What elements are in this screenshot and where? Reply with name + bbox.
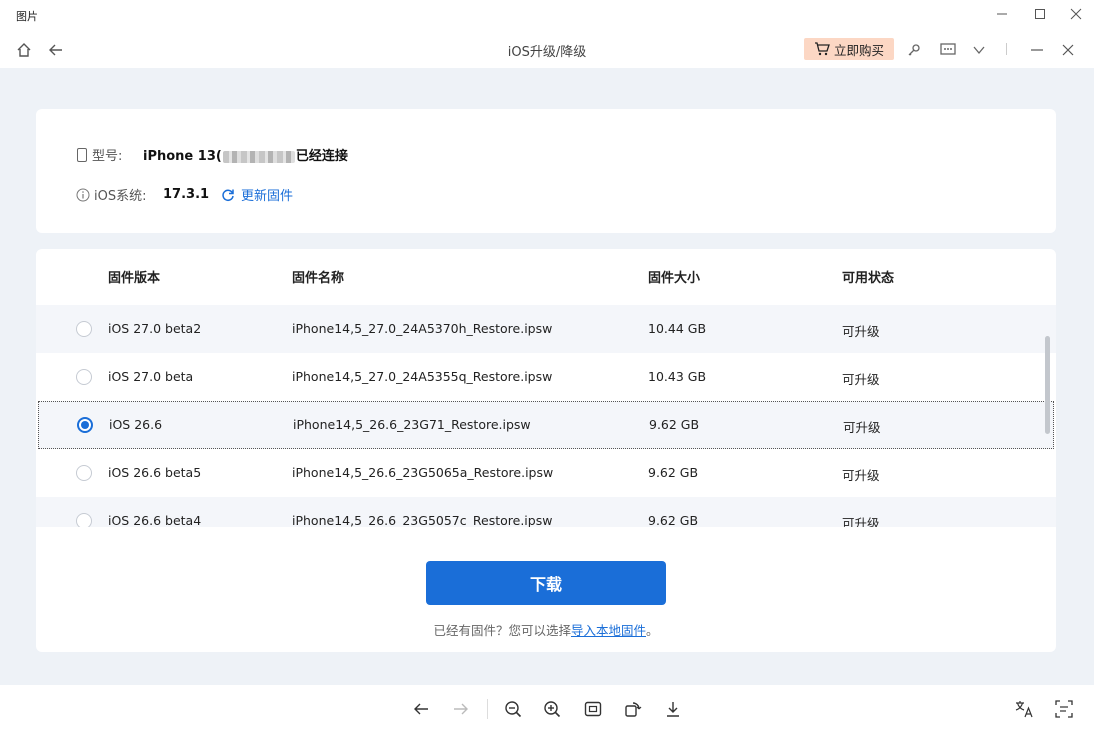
- translate-icon[interactable]: [1013, 698, 1035, 720]
- row-status: 可升级: [843, 420, 881, 435]
- row-version: iOS 26.6: [109, 417, 163, 432]
- header-name: 固件名称: [292, 271, 345, 286]
- table-row-selected[interactable]: iOS 26.6 iPhone14,5_26.6_23G71_Restore.i…: [38, 401, 1054, 449]
- maximize-icon[interactable]: [1026, 4, 1054, 24]
- feedback-icon[interactable]: [938, 40, 958, 60]
- viewer-title-bar: 图片: [0, 0, 1094, 32]
- row-size: 10.44 GB: [648, 321, 707, 336]
- zoom-out-icon[interactable]: [502, 698, 524, 720]
- row-size: 10.43 GB: [648, 369, 707, 384]
- table-row[interactable]: iOS 27.0 beta iPhone14,5_27.0_24A5355q_R…: [36, 353, 1056, 401]
- model-label: 型号:: [92, 149, 123, 164]
- table-row[interactable]: iOS 27.0 beta2 iPhone14,5_27.0_24A5370h_…: [36, 305, 1056, 353]
- phone-icon: [77, 147, 87, 162]
- buy-now-button[interactable]: 立即购买: [804, 38, 894, 60]
- row-version: iOS 27.0 beta2: [108, 321, 202, 336]
- row-status: 可升级: [842, 468, 880, 483]
- cart-icon: [814, 42, 830, 56]
- minimize-icon[interactable]: [988, 4, 1016, 24]
- row-radio[interactable]: [76, 513, 92, 527]
- next-arrow-icon[interactable]: [450, 698, 472, 720]
- row-size: 9.62 GB: [648, 513, 699, 527]
- download-button[interactable]: 下载: [426, 561, 666, 605]
- row-size: 9.62 GB: [648, 465, 699, 480]
- header-version: 固件版本: [108, 271, 161, 286]
- table-row[interactable]: iOS 26.6 beta4 iPhone14,5_26.6_23G5057c_…: [36, 497, 1056, 527]
- header-size: 固件大小: [648, 271, 701, 286]
- viewer-title: 图片: [16, 10, 38, 23]
- ios-label: iOS系统:: [94, 189, 147, 204]
- table-row[interactable]: iOS 26.6 beta5 iPhone14,5_26.6_23G5065a_…: [36, 449, 1056, 497]
- toolbar-divider: [487, 699, 488, 719]
- main-area: 型号: iPhone 13(已经连接 iOS系统: 17.3.1 更新固件 固件…: [0, 68, 1094, 685]
- text-extract-icon[interactable]: [1053, 698, 1075, 720]
- row-radio[interactable]: [76, 369, 92, 385]
- header-divider: [1006, 43, 1007, 55]
- ios-row: iOS系统: 17.3.1 更新固件: [76, 185, 293, 204]
- row-name: iPhone14,5_27.0_24A5370h_Restore.ipsw: [292, 321, 553, 336]
- list-scrollbar[interactable]: [1045, 336, 1050, 434]
- fit-screen-icon[interactable]: [582, 698, 604, 720]
- row-radio-selected[interactable]: [77, 417, 93, 433]
- row-name: iPhone14,5_26.6_23G71_Restore.ipsw: [293, 417, 531, 432]
- key-icon[interactable]: [904, 40, 924, 60]
- app-minimize-icon[interactable]: [1027, 40, 1047, 60]
- prev-arrow-icon[interactable]: [410, 698, 432, 720]
- header-status: 可用状态: [842, 271, 895, 286]
- model-row: 型号: iPhone 13(已经连接: [76, 145, 348, 164]
- info-icon: [76, 188, 90, 201]
- app-title: iOS升级/降级: [507, 45, 587, 60]
- refresh-icon: [222, 189, 234, 201]
- firmware-list[interactable]: iOS 27.0 beta2 iPhone14,5_27.0_24A5370h_…: [36, 305, 1056, 527]
- row-radio[interactable]: [76, 321, 92, 337]
- download-icon[interactable]: [662, 698, 684, 720]
- device-info-card: 型号: iPhone 13(已经连接 iOS系统: 17.3.1 更新固件: [36, 109, 1056, 233]
- row-status: 可升级: [842, 372, 880, 387]
- row-version: iOS 27.0 beta: [108, 369, 194, 384]
- row-name: iPhone14,5_27.0_24A5355q_Restore.ipsw: [292, 369, 553, 384]
- row-version: iOS 26.6 beta5: [108, 465, 202, 480]
- update-firmware-label: 更新固件: [241, 189, 294, 204]
- update-firmware-link[interactable]: 更新固件: [221, 185, 293, 204]
- close-icon[interactable]: [1062, 4, 1090, 24]
- row-status: 可升级: [842, 324, 880, 339]
- import-local-firmware-link[interactable]: 导入本地固件: [571, 623, 646, 638]
- buy-now-label: 立即购买: [833, 42, 884, 58]
- row-name: iPhone14,5_26.6_23G5057c_Restore.ipsw: [292, 513, 553, 527]
- row-size: 9.62 GB: [649, 417, 700, 432]
- table-header: 固件版本 固件名称 固件大小 可用状态: [36, 249, 1056, 305]
- ios-version: 17.3.1: [163, 187, 210, 202]
- app-close-icon[interactable]: [1058, 40, 1078, 60]
- model-value: iPhone 13(已经连接: [143, 149, 348, 164]
- viewer-toolbar: [0, 685, 1094, 733]
- row-name: iPhone14,5_26.6_23G5065a_Restore.ipsw: [292, 465, 554, 480]
- row-status: 可升级: [842, 516, 880, 527]
- firmware-list-card: 固件版本 固件名称 固件大小 可用状态 iOS 27.0 beta2 iPhon…: [36, 249, 1056, 652]
- row-radio[interactable]: [76, 465, 92, 481]
- rotate-icon[interactable]: [622, 698, 644, 720]
- app-header: iOS升级/降级 立即购买: [0, 32, 1094, 68]
- import-hint: 已经有固件？您可以选择导入本地固件。: [433, 623, 659, 638]
- zoom-in-icon[interactable]: [541, 698, 563, 720]
- redacted-serial: [222, 150, 295, 163]
- chevron-down-icon[interactable]: [969, 40, 989, 60]
- row-version: iOS 26.6 beta4: [108, 513, 202, 527]
